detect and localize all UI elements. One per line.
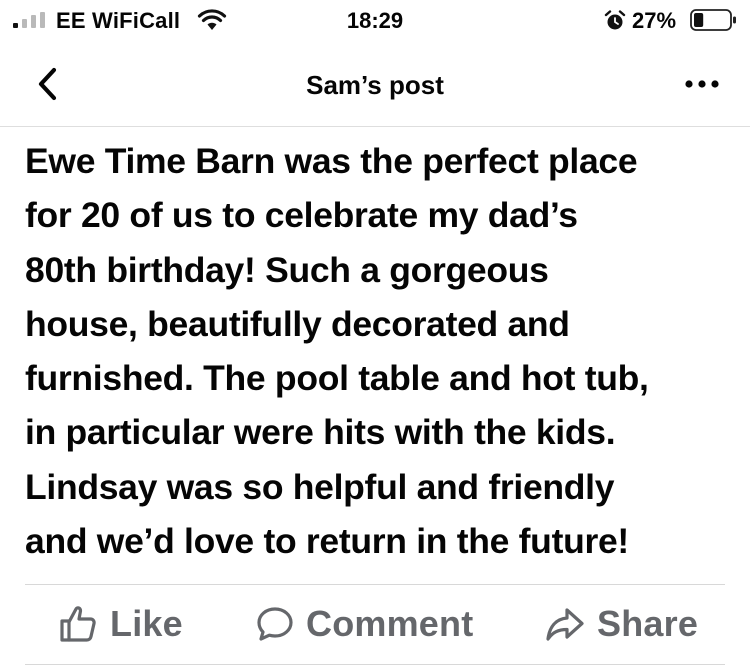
share-arrow-icon	[546, 608, 584, 641]
share-button[interactable]: Share	[545, 586, 698, 662]
post-text: Ewe Time Barn was the perfect place for …	[25, 134, 735, 568]
nav-bar: Sam’s post	[0, 40, 750, 127]
post-text-line: in particular were hits with the kids.	[25, 412, 616, 453]
like-button[interactable]: Like	[58, 586, 183, 662]
post-text-line: Lindsay was so helpful and friendly	[25, 466, 615, 507]
post-text-line: Ewe Time Barn was the perfect place	[25, 141, 638, 181]
page-title: Sam’s post	[306, 70, 444, 100]
comment-button[interactable]: Comment	[256, 586, 473, 662]
more-dots-icon	[685, 80, 719, 88]
post-text-line: and we’d love to return in the future!	[25, 521, 629, 562]
share-label: Share	[597, 603, 699, 644]
battery-percent: 27%	[632, 8, 677, 33]
more-options-button[interactable]	[680, 72, 724, 96]
divider	[25, 664, 725, 665]
action-bar: Like Comment Share	[0, 586, 750, 662]
divider	[25, 584, 725, 585]
post-text-line: for 20 of us to celebrate my dad’s	[25, 195, 578, 236]
alarm-icon	[604, 10, 626, 30]
post-text-line: furnished. The pool table and hot tub,	[25, 358, 649, 399]
comment-label: Comment	[306, 603, 474, 644]
status-bar: EE WiFiCall 18:29 27%	[0, 0, 750, 40]
post-text-line: 80th birthday! Such a gorgeous	[25, 249, 549, 290]
battery-icon	[690, 9, 736, 31]
like-label: Like	[110, 603, 183, 644]
post-text-line: house, beautifully decorated and	[25, 303, 570, 344]
thumbs-up-icon	[60, 606, 96, 642]
comment-bubble-icon	[257, 607, 293, 641]
